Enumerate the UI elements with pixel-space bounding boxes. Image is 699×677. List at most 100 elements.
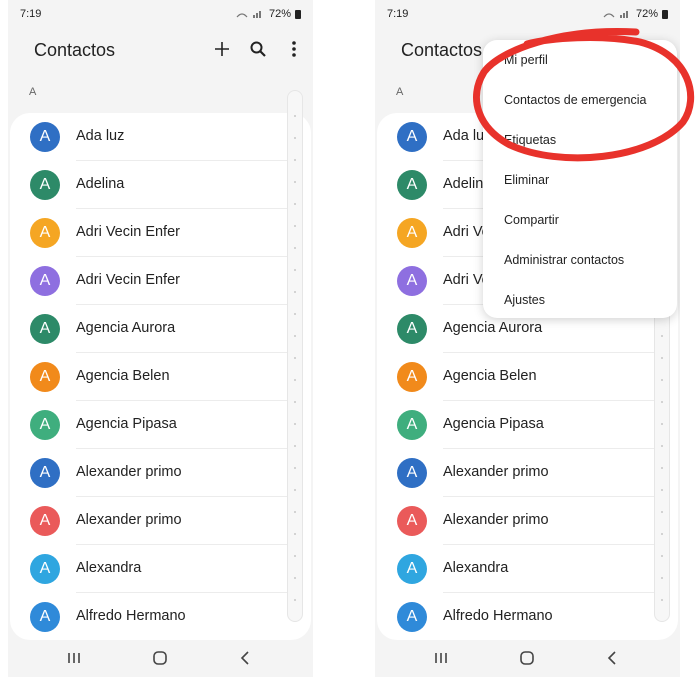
contact-row[interactable]: A Alexandra [10, 545, 311, 593]
index-dot [661, 445, 663, 447]
contact-name: Agencia Aurora [443, 320, 543, 336]
avatar: A [397, 266, 427, 296]
menu-item-administrar-contactos[interactable]: Administrar contactos [504, 253, 624, 267]
signal-icon [236, 11, 261, 18]
navigation-bar [8, 640, 313, 677]
back-button[interactable] [598, 646, 626, 670]
contact-name: Adelin [443, 176, 484, 192]
more-options-button[interactable] [283, 38, 305, 60]
index-dot [661, 599, 663, 601]
index-dot [294, 489, 296, 491]
status-time: 7:19 [387, 8, 409, 20]
contact-name: Alexander primo [443, 464, 549, 480]
index-dot [294, 291, 296, 293]
more-vertical-icon [292, 41, 296, 57]
contact-row[interactable]: A Ada luz [10, 113, 311, 161]
contact-row[interactable]: A Agencia Belen [10, 353, 311, 401]
contact-row[interactable]: A Adelina [10, 161, 311, 209]
phone-screen-left: 7:19 72% Contactos A A Ada luz A Adelina A… [8, 0, 313, 677]
index-dot [294, 511, 296, 513]
battery-text: 72% [635, 8, 658, 20]
page-title: Contactos [34, 40, 116, 60]
avatar: A [397, 410, 427, 440]
overflow-menu: Mi perfil Contactos de emergencia Etique… [483, 40, 677, 318]
contact-name: Alfredo Hermano [76, 608, 186, 624]
menu-item-eliminar[interactable]: Eliminar [504, 173, 549, 187]
contact-row[interactable]: A Agencia Belen [377, 353, 678, 401]
avatar: A [397, 554, 427, 584]
contact-row[interactable]: A Agencia Aurora [10, 305, 311, 353]
index-dot [661, 335, 663, 337]
contact-name: Alexandra [76, 560, 142, 576]
contact-list-card: A Ada luz A Adelina A Adri Vecin Enfer A Adr… [10, 113, 311, 640]
avatar: A [30, 554, 60, 584]
app-bar: Contactos [8, 36, 313, 66]
index-dot [294, 357, 296, 359]
contact-name: Agencia Belen [76, 368, 170, 384]
recents-button[interactable] [60, 646, 88, 670]
index-dot [661, 511, 663, 513]
section-header: A [396, 86, 404, 98]
contact-row[interactable]: A Agencia Pipasa [377, 401, 678, 449]
contact-row[interactable]: A Alexander primo [377, 449, 678, 497]
contact-row[interactable]: A Alfredo Hermano [10, 593, 311, 641]
page-title: Contactos [401, 40, 483, 60]
contact-name: Adelina [76, 176, 125, 192]
signal-icon [603, 11, 628, 18]
avatar: A [397, 122, 427, 152]
avatar: A [30, 170, 60, 200]
avatar: A [30, 506, 60, 536]
fast-scroll-index[interactable] [287, 90, 303, 622]
back-button[interactable] [231, 646, 259, 670]
menu-item-ajustes[interactable]: Ajustes [504, 293, 545, 307]
avatar: A [30, 410, 60, 440]
index-dot [294, 577, 296, 579]
index-dot [294, 115, 296, 117]
contact-row[interactable]: A Adri Vecin Enfer [10, 209, 311, 257]
contact-row[interactable]: A Alfredo Hermano [377, 593, 678, 641]
section-header: A [29, 86, 37, 98]
index-dot [294, 401, 296, 403]
index-dot [294, 269, 296, 271]
avatar: A [30, 266, 60, 296]
navigation-bar [375, 640, 680, 677]
search-button[interactable] [247, 38, 269, 60]
avatar: A [397, 314, 427, 344]
home-icon [153, 651, 167, 665]
menu-item-mi-perfil[interactable]: Mi perfil [504, 53, 548, 67]
index-dot [661, 357, 663, 359]
contact-name: Alexander primo [76, 512, 182, 528]
index-dot [294, 335, 296, 337]
index-dot [294, 313, 296, 315]
contact-row[interactable]: A Alexander primo [377, 497, 678, 545]
index-dot [661, 467, 663, 469]
status-bar: 7:19 72% [8, 6, 313, 24]
home-button[interactable] [513, 646, 541, 670]
index-dot [294, 203, 296, 205]
menu-item-compartir[interactable]: Compartir [504, 213, 559, 227]
contact-name: Alexander primo [443, 512, 549, 528]
avatar: A [397, 458, 427, 488]
contact-row[interactable]: A Alexander primo [10, 497, 311, 545]
contact-list: A Ada luz A Adelina A Adri Vecin Enfer A Adr… [10, 113, 311, 641]
index-dot [294, 159, 296, 161]
contact-name: Alfredo Hermano [443, 608, 553, 624]
menu-item-contactos-emergencia[interactable]: Contactos de emergencia [504, 93, 646, 107]
index-dot [661, 533, 663, 535]
contact-row[interactable]: A Alexandra [377, 545, 678, 593]
avatar: A [30, 218, 60, 248]
contact-row[interactable]: A Adri Vecin Enfer [10, 257, 311, 305]
contact-row[interactable]: A Alexander primo [10, 449, 311, 497]
contact-row[interactable]: A Agencia Pipasa [10, 401, 311, 449]
index-dot [661, 489, 663, 491]
index-dot [661, 379, 663, 381]
recents-button[interactable] [427, 646, 455, 670]
index-dot [661, 577, 663, 579]
home-button[interactable] [146, 646, 174, 670]
add-contact-button[interactable] [211, 38, 233, 60]
index-dot [294, 555, 296, 557]
avatar: A [397, 362, 427, 392]
contact-name: Alexander primo [76, 464, 182, 480]
contact-name: Agencia Pipasa [443, 416, 544, 432]
menu-item-etiquetas[interactable]: Etiquetas [504, 133, 556, 147]
